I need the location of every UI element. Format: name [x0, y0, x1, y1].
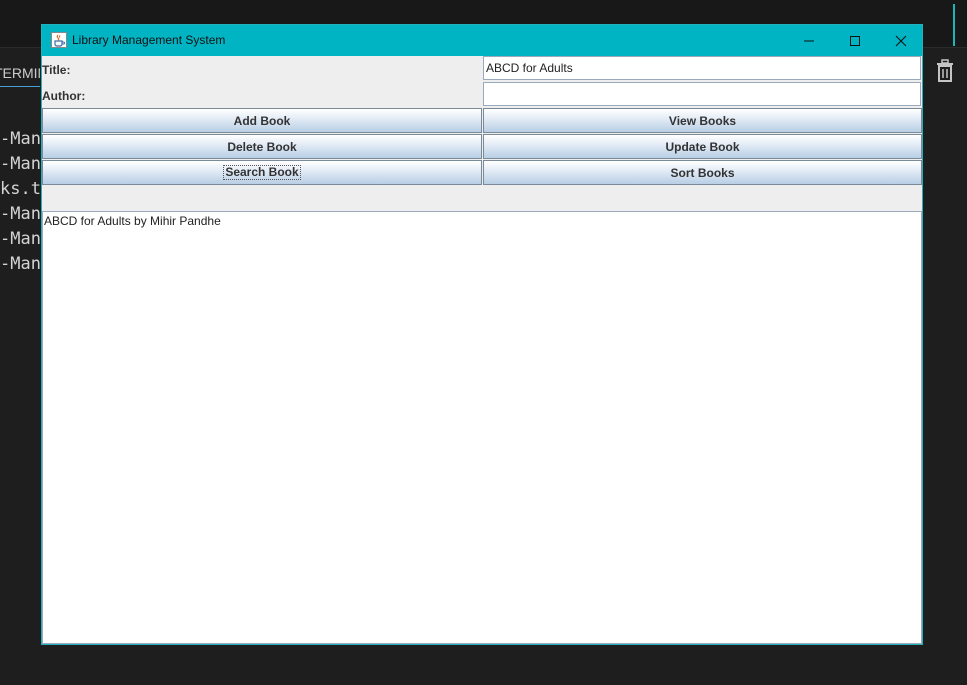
- library-window: Library Management System Title: ABCD fo…: [41, 24, 923, 645]
- author-input[interactable]: [483, 82, 921, 106]
- ide-terminal-output: -Mana -Mana ks.t -Mana -Mana -Mana: [0, 127, 40, 277]
- ide-terminal-tab[interactable]: TERMINAL: [0, 60, 40, 86]
- add-book-label: Add Book: [233, 113, 291, 128]
- title-input[interactable]: ABCD for Adults: [483, 56, 921, 80]
- terminal-line: ks.t: [0, 179, 40, 199]
- delete-book-label: Delete Book: [227, 139, 297, 154]
- update-book-label: Update Book: [665, 139, 740, 154]
- minimize-button[interactable]: [786, 25, 832, 56]
- search-book-label: Search Book: [223, 165, 301, 180]
- java-coffee-icon: [51, 32, 67, 48]
- terminal-line: -Mana: [0, 229, 40, 249]
- maximize-icon: [850, 35, 860, 46]
- view-books-label: View Books: [668, 113, 737, 128]
- view-books-button[interactable]: View Books: [483, 108, 922, 133]
- ide-accent-bar: [953, 4, 955, 46]
- add-book-button[interactable]: Add Book: [42, 108, 482, 133]
- author-label: Author:: [42, 89, 86, 103]
- title-label: Title:: [42, 63, 71, 77]
- delete-book-button[interactable]: Delete Book: [42, 134, 482, 159]
- trash-icon[interactable]: [935, 59, 955, 83]
- minimize-icon: [804, 40, 814, 41]
- terminal-line: -Mana: [0, 129, 40, 149]
- close-icon: [895, 35, 907, 46]
- search-book-button[interactable]: Search Book: [42, 160, 482, 185]
- terminal-line: -Mana: [0, 154, 40, 174]
- update-book-button[interactable]: Update Book: [483, 134, 922, 159]
- maximize-button[interactable]: [832, 25, 878, 56]
- terminal-line: -Mana: [0, 254, 40, 274]
- ide-tab-underline: [0, 86, 40, 87]
- output-text-area[interactable]: ABCD for Adults by Mihir Pandhe: [42, 211, 922, 644]
- sort-books-button[interactable]: Sort Books: [483, 160, 922, 185]
- close-button[interactable]: [878, 25, 924, 56]
- sort-books-label: Sort Books: [670, 165, 735, 180]
- terminal-line: -Mana: [0, 204, 40, 224]
- window-titlebar[interactable]: Library Management System: [42, 25, 922, 56]
- window-title: Library Management System: [72, 33, 226, 47]
